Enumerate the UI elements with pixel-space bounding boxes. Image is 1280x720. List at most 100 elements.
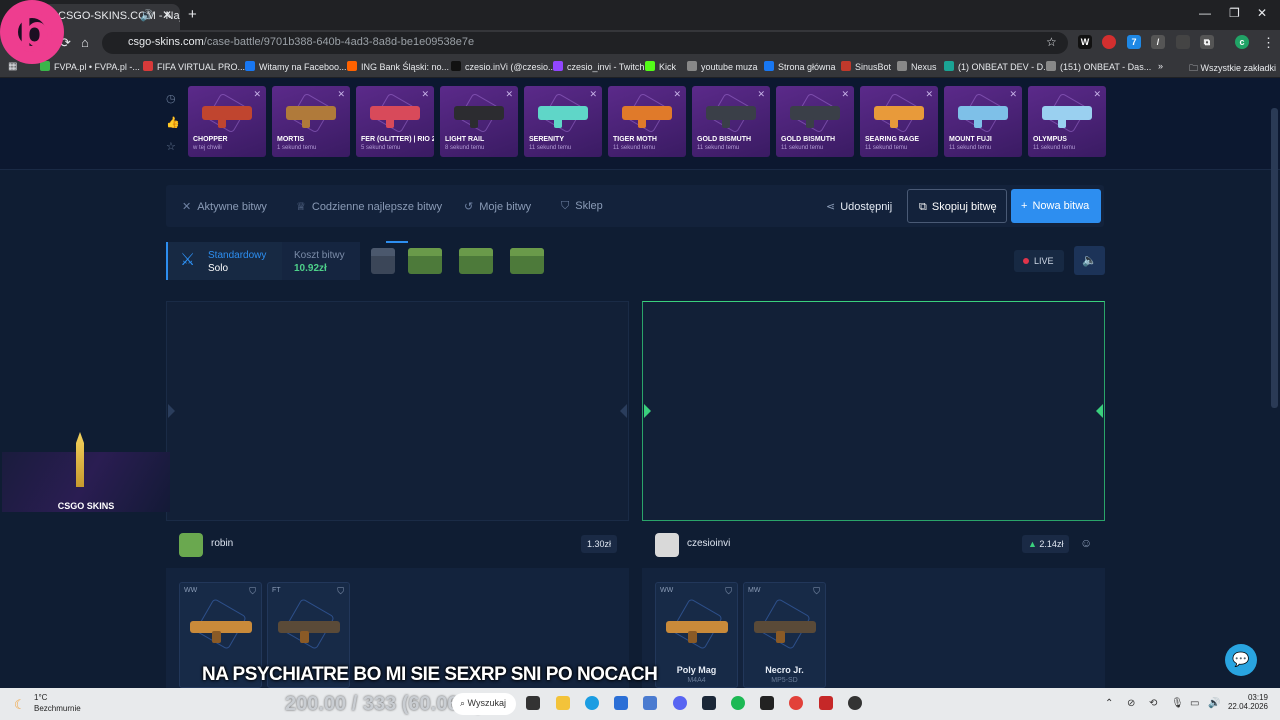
live-drop-card[interactable]: ✕ MOUNT FUJI 11 sekund temu [944,86,1022,157]
terminal-icon[interactable] [760,696,774,710]
edge-icon[interactable] [585,696,599,710]
extension-red-icon[interactable] [1102,35,1116,49]
task-view-icon[interactable] [526,696,540,710]
close-icon[interactable]: ✕ [673,89,681,100]
battle-navigation: ✕ Aktywne bitwy ♕ Codzienne najlepsze bitw… [166,185,1104,227]
live-drop-card[interactable]: ✕ LIGHT RAIL 8 sekund temu [440,86,518,157]
close-icon[interactable]: ✕ [1093,89,1101,100]
case-icon[interactable] [371,248,395,274]
close-tab-icon[interactable]: ✕ [162,8,172,22]
file-explorer-icon[interactable] [556,696,570,710]
star-icon[interactable]: ☆ [1046,35,1057,49]
maximize-icon[interactable]: ❐ [1229,6,1240,20]
bookmark-item[interactable]: czesio_invi - Twitch [553,61,644,72]
outlook-icon[interactable] [643,696,657,710]
taskbar-search[interactable]: ⌕ Wyszukaj [452,693,516,715]
bookmark-item[interactable]: FIFA VIRTUAL PRO... [143,61,245,72]
extensions-puzzle-icon[interactable]: ⧉ [1200,35,1214,49]
url-field[interactable]: csgo-skins.com/case-battle/9701b388-640b… [102,32,1068,54]
bookmark-item[interactable]: ING Bank Śląski: no... [347,61,449,72]
live-drop-card[interactable]: ✕ TIGER MOTH 11 sekund temu [608,86,686,157]
nav-my-battles[interactable]: ↺ Moje bitwy [464,200,531,213]
speaker-icon[interactable]: 🔊 [140,9,154,22]
close-icon[interactable]: ✕ [421,89,429,100]
home-icon[interactable]: ⌂ [81,35,89,50]
clock-icon[interactable]: ◷ [166,92,176,105]
tray-chevron-icon[interactable]: ⌃ [1105,698,1113,709]
live-drop-card[interactable]: ✕ OLYMPUS 11 sekund temu [1028,86,1106,157]
new-tab-button[interactable]: + [188,6,197,23]
close-icon[interactable]: ✕ [757,89,765,100]
bookmark-item[interactable]: Witamy na Faceboo... [245,61,347,72]
voicemeeter-icon[interactable] [819,696,833,710]
extension-grey-icon[interactable] [1176,35,1190,49]
discord-icon[interactable] [673,696,687,710]
live-drop-card[interactable]: ✕ GOLD BISMUTH 11 sekund temu [692,86,770,157]
live-drop-card[interactable]: ✕ SERENITY 11 sekund temu [524,86,602,157]
item-card[interactable]: WW ⛉ Poly Mag M4A4 [655,582,738,688]
case-icon[interactable] [408,248,442,274]
bookmark-item[interactable]: (1) ONBEAT DEV - D... [944,61,1051,72]
close-icon[interactable]: ✕ [589,89,597,100]
all-bookmarks-folder[interactable]: 🗀 Wszystkie zakładki [1189,61,1276,77]
microphone-icon[interactable]: 🎙 [1171,698,1184,709]
close-icon[interactable]: ✕ [253,89,261,100]
live-drop-card[interactable]: ✕ GOLD BISMUTH 11 sekund temu [776,86,854,157]
bookmark-item[interactable]: Strona główna [764,61,836,72]
spotify-icon[interactable] [731,696,745,710]
apps-grid-icon[interactable]: ▦ [8,61,17,72]
live-drop-card[interactable]: ✕ MORTIS 1 sekund temu [272,86,350,157]
star-icon[interactable]: ☆ [166,140,176,153]
store-icon[interactable] [614,696,628,710]
live-drop-card[interactable]: ✕ CHOPPER w tej chwili [188,86,266,157]
menu-dots-icon[interactable]: ⋮ [1262,35,1275,51]
copy-battle-button[interactable]: ⧉ Skopiuj bitwę [907,189,1007,223]
scrollbar[interactable] [1271,108,1278,408]
steam-icon[interactable] [702,696,716,710]
obs-icon[interactable] [848,696,862,710]
player-total: ▲ 2.14zł [1022,535,1070,553]
chat-button[interactable]: 💬 [1225,644,1257,676]
bookmark-item[interactable]: Kick [645,61,676,72]
nav-daily-best[interactable]: ♕ Codzienne najlepsze bitwy [296,200,442,213]
bookmark-item[interactable]: FVPA.pl • FVPA.pl -... [40,61,140,72]
tray-app-icon[interactable]: ⊘ [1127,698,1135,709]
tray-sync-icon[interactable]: ⟲ [1149,698,1157,709]
network-icon[interactable]: ▭ [1190,698,1199,709]
bookmark-item[interactable]: youtube muza [687,61,758,72]
live-drop-card[interactable]: ✕ FER (GLITTER) | RIO 2022 5 sekund temu [356,86,434,157]
system-clock[interactable]: 03:19 22.04.2026 [1226,693,1268,711]
bookmark-item[interactable]: czesio.inVi (@czesio... [451,61,556,72]
drop-name: SEARING RAGE [865,136,920,143]
nav-shop[interactable]: ⛉ Sklep [561,200,603,213]
minimize-icon[interactable]: — [1199,6,1211,20]
windows-taskbar: ☾ 1°C Bezchmurnie 200.00 / 333 (60.06%) … [0,688,1280,720]
bookmark-item[interactable]: Nexus [897,61,937,72]
thumbs-up-icon[interactable]: 👍 [166,116,180,129]
share-button[interactable]: ⋖ Udostępnij [826,200,892,213]
close-icon[interactable]: ✕ [841,89,849,100]
drop-time: 11 sekund temu [529,145,572,151]
more-bookmarks-icon[interactable]: » [1158,61,1163,71]
live-drop-card[interactable]: ✕ SEARING RAGE 11 sekund temu [860,86,938,157]
case-icon[interactable] [459,248,493,274]
close-icon[interactable]: ✕ [505,89,513,100]
extension-w-icon[interactable]: W [1078,35,1092,49]
item-card[interactable]: MW ⛉ Necro Jr. MP5-SD [743,582,826,688]
bookmark-item[interactable]: (151) ONBEAT - Das... [1046,61,1151,72]
volume-icon[interactable]: 🔊 [1208,698,1220,709]
close-icon[interactable]: ✕ [337,89,345,100]
extension-slash-icon[interactable]: / [1151,35,1165,49]
emoji-icon[interactable]: ☺ [1080,536,1092,550]
profile-avatar[interactable]: c [1235,35,1249,49]
extension-7tv-icon[interactable]: 7 [1127,35,1141,49]
sound-toggle-button[interactable]: 🔈 [1074,246,1105,275]
chrome-icon[interactable] [789,696,803,710]
case-icon[interactable] [510,248,544,274]
bookmark-item[interactable]: SinusBot [841,61,891,72]
new-battle-button[interactable]: + Nowa bitwa [1011,189,1101,223]
close-icon[interactable]: ✕ [925,89,933,100]
close-icon[interactable]: ✕ [1009,89,1017,100]
nav-active-battles[interactable]: ✕ Aktywne bitwy [182,200,267,213]
close-window-icon[interactable]: ✕ [1257,6,1267,20]
